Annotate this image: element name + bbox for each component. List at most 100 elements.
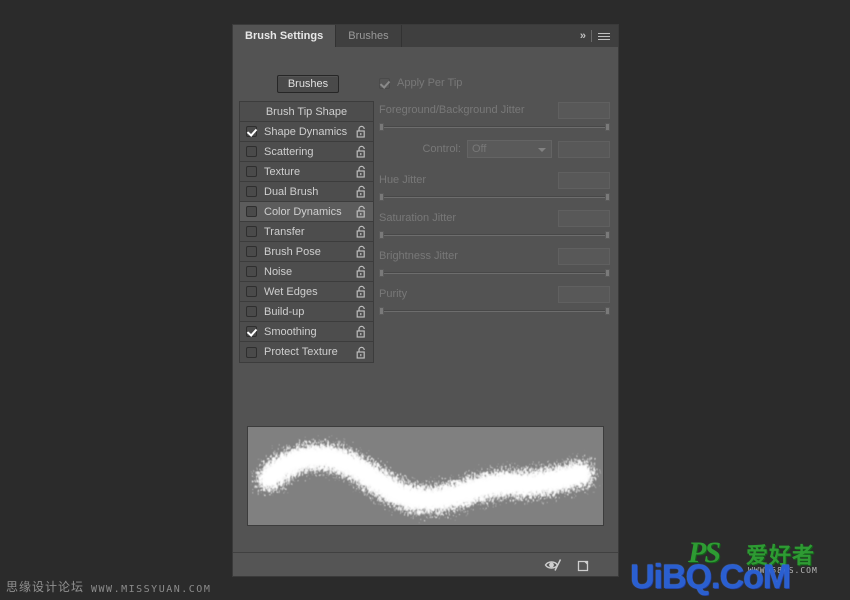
unlocked-padlock-icon[interactable] bbox=[353, 225, 369, 238]
control-select[interactable]: Off bbox=[467, 140, 552, 158]
hue-jitter-slider[interactable] bbox=[379, 193, 610, 201]
unlocked-padlock-icon[interactable] bbox=[353, 305, 369, 318]
unlocked-padlock-icon[interactable] bbox=[353, 285, 369, 298]
saturation-jitter-slider[interactable] bbox=[379, 231, 610, 239]
unlocked-padlock-icon[interactable] bbox=[353, 346, 369, 359]
create-new-brush-icon[interactable] bbox=[576, 558, 590, 572]
hue-jitter-input[interactable] bbox=[558, 171, 610, 189]
watermark-missyuan: 思缘设计论坛 WWW.MISSYUAN.COM bbox=[6, 578, 211, 595]
brush-option-checkbox[interactable] bbox=[246, 206, 257, 217]
brush-option-row[interactable]: Dual Brush bbox=[240, 182, 373, 202]
brush-option-label: Noise bbox=[264, 265, 293, 278]
unlocked-padlock-icon[interactable] bbox=[353, 145, 369, 158]
brush-option-checkbox[interactable] bbox=[246, 186, 257, 197]
chevron-down-icon bbox=[538, 148, 546, 152]
control-value-input[interactable] bbox=[558, 140, 610, 158]
brush-option-label: Color Dynamics bbox=[264, 205, 342, 218]
unlocked-padlock-icon[interactable] bbox=[353, 185, 369, 198]
apply-per-tip-row[interactable]: Apply Per Tip bbox=[379, 75, 610, 91]
brush-option-checkbox[interactable] bbox=[246, 286, 257, 297]
slider-knob-end[interactable] bbox=[605, 231, 610, 239]
tab-brushes[interactable]: Brushes bbox=[336, 25, 402, 47]
brushes-button-label: Brushes bbox=[287, 78, 329, 90]
watermark-uibq: PS 爱好者 WWW.68PS.COM UiBQ.CoM bbox=[628, 534, 848, 596]
brush-option-checkbox[interactable] bbox=[246, 346, 257, 358]
brush-option-row[interactable]: Smoothing bbox=[240, 322, 373, 342]
brush-option-row[interactable]: Noise bbox=[240, 262, 373, 282]
slider-knob-end[interactable] bbox=[605, 307, 610, 315]
saturation-jitter-input[interactable] bbox=[558, 209, 610, 227]
unlocked-padlock-icon[interactable] bbox=[353, 165, 369, 178]
brightness-jitter-slider[interactable] bbox=[379, 269, 610, 277]
watermark-missyuan-url: WWW.MISSYUAN.COM bbox=[91, 584, 212, 595]
hue-jitter-label: Hue Jitter bbox=[379, 174, 427, 186]
purity-input[interactable] bbox=[558, 285, 610, 303]
brush-option-checkbox[interactable] bbox=[246, 126, 257, 137]
brush-option-row[interactable]: Build-up bbox=[240, 302, 373, 322]
brush-option-row[interactable]: Brush Pose bbox=[240, 242, 373, 262]
purity-slider[interactable] bbox=[379, 307, 610, 315]
control-dropdown-row: Control: Off bbox=[379, 139, 610, 159]
panel-tab-icons: » bbox=[579, 25, 618, 47]
brushes-button[interactable]: Brushes bbox=[277, 75, 339, 93]
apply-per-tip-checkbox[interactable] bbox=[379, 77, 390, 89]
purity-label: Purity bbox=[379, 288, 408, 300]
brush-option-checkbox[interactable] bbox=[246, 166, 257, 177]
brush-option-row[interactable]: Transfer bbox=[240, 222, 373, 242]
watermark-uibq-brand: UiBQ.CoM bbox=[630, 558, 791, 596]
brush-option-row[interactable]: Wet Edges bbox=[240, 282, 373, 302]
tab-brush-settings[interactable]: Brush Settings bbox=[233, 25, 337, 47]
control-select-value: Off bbox=[472, 143, 487, 155]
fg-bg-jitter-group: Foreground/Background Jitter bbox=[379, 101, 610, 131]
slider-knob[interactable] bbox=[379, 307, 384, 315]
brush-option-row[interactable]: Shape Dynamics bbox=[240, 122, 373, 142]
brush-option-label: Texture bbox=[264, 165, 301, 178]
brush-option-checkbox[interactable] bbox=[246, 266, 257, 277]
brightness-jitter-input[interactable] bbox=[558, 247, 610, 265]
slider-knob[interactable] bbox=[379, 123, 384, 131]
slider-knob-end[interactable] bbox=[605, 269, 610, 277]
brush-option-checkbox[interactable] bbox=[246, 246, 257, 257]
brush-option-checkbox[interactable] bbox=[246, 226, 257, 237]
brightness-jitter-label: Brightness Jitter bbox=[379, 250, 458, 262]
brightness-jitter-group: Brightness Jitter bbox=[379, 247, 610, 277]
slider-track bbox=[379, 310, 610, 312]
tab-brush-settings-label: Brush Settings bbox=[245, 30, 324, 42]
slider-knob-end[interactable] bbox=[605, 123, 610, 131]
fg-bg-jitter-input[interactable] bbox=[558, 101, 610, 119]
hue-jitter-group: Hue Jitter bbox=[379, 171, 610, 201]
brush-settings-panel: Brush Settings Brushes » Brushes Brush T… bbox=[232, 24, 619, 577]
brush-option-row[interactable]: Protect Texture bbox=[240, 342, 373, 362]
slider-knob[interactable] bbox=[379, 193, 384, 201]
unlocked-padlock-icon[interactable] bbox=[353, 245, 369, 258]
brush-option-row[interactable]: Scattering bbox=[240, 142, 373, 162]
brush-option-label: Smoothing bbox=[264, 325, 317, 338]
slider-knob[interactable] bbox=[379, 269, 384, 277]
brush-option-checkbox[interactable] bbox=[246, 326, 257, 337]
slider-knob[interactable] bbox=[379, 231, 384, 239]
unlocked-padlock-icon[interactable] bbox=[353, 325, 369, 338]
brush-option-label: Shape Dynamics bbox=[264, 125, 348, 138]
brush-option-row[interactable]: Color Dynamics bbox=[240, 202, 373, 222]
brush-tip-shape-header[interactable]: Brush Tip Shape bbox=[240, 102, 373, 122]
fg-bg-jitter-slider[interactable] bbox=[379, 123, 610, 131]
brush-option-label: Transfer bbox=[264, 225, 305, 238]
unlocked-padlock-icon[interactable] bbox=[353, 205, 369, 218]
brush-option-checkbox[interactable] bbox=[246, 146, 257, 157]
hamburger-menu-icon[interactable] bbox=[598, 31, 610, 42]
brush-option-checkbox[interactable] bbox=[246, 306, 257, 317]
chevron-double-right-icon[interactable]: » bbox=[580, 30, 586, 42]
unlocked-padlock-icon[interactable] bbox=[353, 125, 369, 138]
unlocked-padlock-icon[interactable] bbox=[353, 265, 369, 278]
brush-tip-shape-label: Brush Tip Shape bbox=[265, 105, 348, 118]
brush-option-row[interactable]: Texture bbox=[240, 162, 373, 182]
tab-brushes-label: Brushes bbox=[348, 30, 389, 42]
brush-option-label: Brush Pose bbox=[264, 245, 321, 258]
brush-stroke-preview bbox=[247, 426, 604, 526]
slider-knob-end[interactable] bbox=[605, 193, 610, 201]
brush-option-label: Dual Brush bbox=[264, 185, 319, 198]
color-dynamics-controls: Apply Per Tip Foreground/Background Jitt… bbox=[379, 75, 610, 323]
stroke-paths bbox=[257, 444, 594, 512]
eye-toggle-live-brush-tip-icon[interactable] bbox=[544, 558, 562, 572]
tabbar-spacer bbox=[401, 25, 580, 47]
